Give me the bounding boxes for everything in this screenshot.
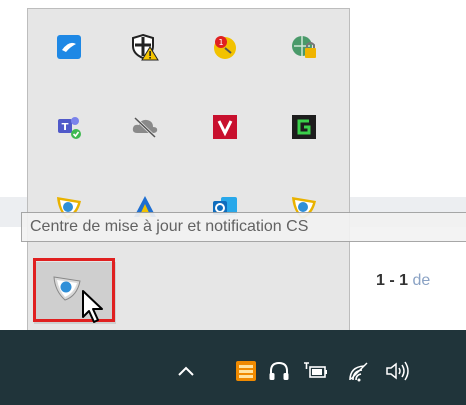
wifi-icon[interactable]: [347, 358, 373, 384]
teams-icon[interactable]: T: [52, 110, 86, 144]
vpn-lock-icon[interactable]: [287, 30, 321, 64]
v-app-icon[interactable]: [208, 110, 242, 144]
cloud-offline-icon[interactable]: [128, 110, 162, 144]
svg-text:1: 1: [218, 38, 223, 47]
pagination-of: de: [412, 272, 431, 289]
cloud-sync-icon[interactable]: [52, 30, 86, 64]
pagination-label: 1 - 1 de: [376, 272, 430, 290]
shield-warning-icon[interactable]: [128, 30, 162, 64]
tray-app-icon[interactable]: [233, 358, 259, 384]
pagination-range: 1 - 1: [376, 272, 409, 289]
tooltip: Centre de mise à jour et notification CS: [21, 212, 466, 242]
green-g-icon[interactable]: [287, 110, 321, 144]
taskbar: [0, 330, 466, 405]
svg-text:T: T: [62, 122, 69, 133]
headset-icon[interactable]: [266, 358, 292, 384]
mouse-cursor-icon: [81, 289, 107, 329]
chevron-up-icon[interactable]: [175, 358, 197, 384]
battery-icon[interactable]: [300, 358, 330, 384]
volume-icon[interactable]: [383, 358, 413, 384]
clock-alert-icon[interactable]: 1: [208, 30, 242, 64]
